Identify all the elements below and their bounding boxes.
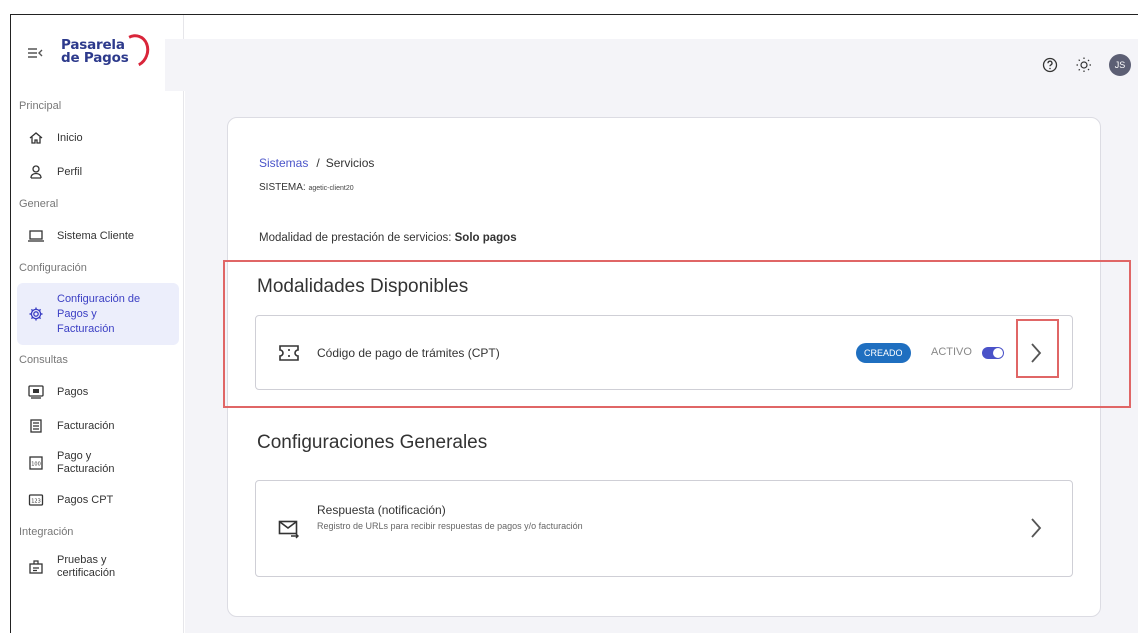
sidebar-item-configuracion-pagos[interactable]: Configuración de Pagos y Facturación [17, 283, 179, 345]
system-value: agetic-client20 [308, 185, 354, 192]
sidebar-item-pagos[interactable]: Pagos [11, 375, 183, 409]
highlight-box-modalidades [223, 260, 1131, 408]
sidebar-item-label: Facturación [57, 420, 115, 432]
breadcrumb-link-sistemas[interactable]: Sistemas [259, 156, 308, 170]
system-label: SISTEMA: [259, 182, 306, 193]
sidebar-section-principal: Principal [19, 100, 62, 112]
top-bar: JS [165, 39, 1138, 91]
receipt-icon [27, 417, 45, 435]
sidebar: Pasarela de Pagos Principal Inicio Perfi… [11, 15, 184, 633]
home-icon [27, 129, 45, 147]
sidebar-item-pago-facturacion[interactable]: 100 Pago y Facturación [11, 443, 183, 483]
label-line: Pruebas y [57, 554, 107, 566]
user-icon [27, 163, 45, 181]
sidebar-section-integracion: Integración [19, 526, 74, 538]
label-line: Facturación [57, 322, 115, 335]
sidebar-item-label: Pruebas y certificación [57, 554, 115, 580]
modalidad-label: Modalidad de prestación de servicios: [259, 232, 452, 244]
laptop-icon [27, 227, 45, 245]
sidebar-item-label: Perfil [57, 166, 83, 178]
breadcrumb: Sistemas / Servicios [259, 156, 374, 170]
avatar[interactable]: JS [1109, 54, 1131, 76]
app-window: Pasarela de Pagos Principal Inicio Perfi… [10, 14, 1138, 633]
sun-icon[interactable] [1075, 56, 1093, 74]
config-label: Respuesta (notificación) [317, 503, 446, 517]
sidebar-item-label: Pagos CPT [57, 494, 114, 506]
modalidad-value: Solo pagos [454, 232, 517, 244]
collapse-menu-icon[interactable] [25, 44, 45, 62]
sidebar-header: Pasarela de Pagos [11, 15, 183, 91]
help-circle-icon[interactable] [1041, 56, 1059, 74]
certificate-icon [27, 558, 45, 576]
label-line: certificación [57, 567, 116, 579]
sidebar-item-label: Configuración de Pagos y Facturación [57, 292, 140, 337]
mail-forward-icon [278, 518, 300, 540]
modalidad-info: Modalidad de prestación de servicios: So… [259, 232, 517, 244]
breadcrumb-current: Servicios [325, 156, 375, 170]
sidebar-item-inicio[interactable]: Inicio [11, 121, 183, 155]
payment-icon [27, 383, 45, 401]
sidebar-item-pagos-cpt[interactable]: 123 Pagos CPT [11, 483, 183, 517]
svg-text:100: 100 [31, 462, 41, 468]
sidebar-section-general: General [19, 198, 59, 210]
sidebar-item-facturacion[interactable]: Facturación [11, 409, 183, 443]
label-line: Facturación [57, 463, 115, 475]
sidebar-item-label: Sistema Cliente [57, 230, 135, 242]
sidebar-item-label: Pago y Facturación [57, 450, 114, 476]
system-info: SISTEMA: agetic-client20 [259, 182, 354, 193]
sidebar-section-consultas: Consultas [19, 354, 68, 366]
breadcrumb-separator: / [316, 156, 320, 170]
sidebar-item-sistema-cliente[interactable]: Sistema Cliente [11, 219, 183, 253]
svg-text:123: 123 [31, 499, 41, 505]
sidebar-item-label: Inicio [57, 132, 83, 144]
top-bar-actions: JS [1041, 39, 1131, 91]
chevron-right-icon[interactable] [1025, 514, 1047, 542]
sidebar-item-label: Pagos [57, 386, 89, 398]
configuraciones-title: Configuraciones Generales [257, 432, 488, 453]
numbers-icon: 123 [27, 491, 45, 509]
highlight-box-chevron [1016, 319, 1059, 378]
config-row-respuesta[interactable]: Respuesta (notificación) Registro de URL… [255, 480, 1073, 577]
sidebar-item-perfil[interactable]: Perfil [11, 155, 183, 189]
label-line: Pago y [57, 450, 92, 462]
label-line: Pagos y [57, 307, 97, 320]
counter-icon: 100 [27, 454, 45, 472]
config-description: Registro de URLs para recibir respuestas… [317, 521, 583, 531]
sidebar-item-pruebas[interactable]: Pruebas y certificación [11, 547, 183, 587]
app-logo[interactable]: Pasarela de Pagos [57, 29, 154, 73]
gear-icon [27, 305, 45, 323]
label-line: Configuración de [57, 292, 141, 305]
sidebar-section-configuracion: Configuración [19, 262, 87, 274]
